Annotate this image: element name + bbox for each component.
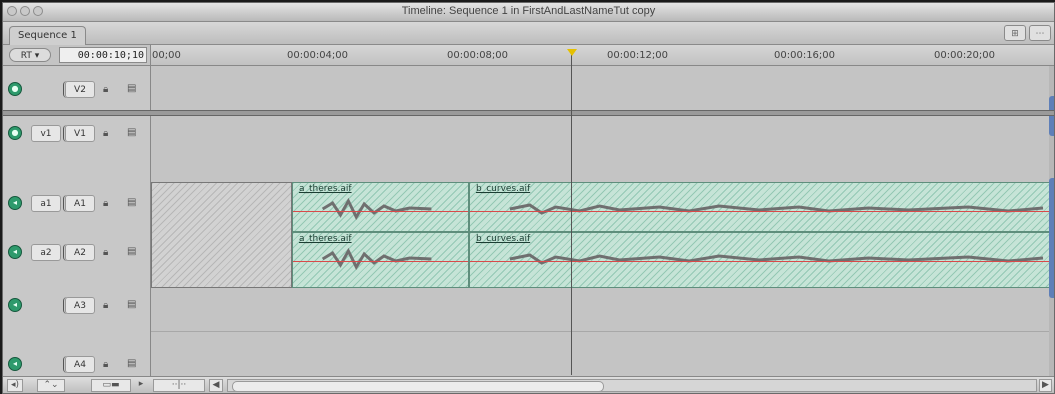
track-header-a2: ◂ a2 A2 🔒︎ ▤ [3, 226, 150, 276]
speaker-icon[interactable]: ◂ [8, 245, 22, 259]
track-source-a2[interactable]: a2 [31, 244, 61, 261]
speaker-icon[interactable]: ◂ [8, 196, 22, 210]
speaker-icon[interactable]: ◂ [8, 357, 22, 371]
rt-menu[interactable]: RT ▾ [9, 48, 51, 62]
track-dest-v2[interactable]: V2 [65, 81, 95, 98]
audio-level-line[interactable] [470, 211, 1053, 212]
track-header-v2: ● V2 🔒︎ ▤ [3, 66, 150, 110]
track-height-control[interactable]: ▭▬ [91, 379, 131, 392]
clip-name: b_curves.aif [476, 184, 531, 194]
ruler-label: 00:00:20;00 [934, 50, 996, 61]
speaker-icon[interactable]: ● [8, 82, 22, 96]
vertical-scroll-thumb-bottom[interactable] [1049, 178, 1054, 298]
clip-name: a_theres.aif [299, 234, 352, 244]
linking-button[interactable]: ⋯ [1029, 25, 1051, 41]
audio-clip-a2-first[interactable]: a_theres.aif [292, 232, 469, 288]
ruler-label: 00:00:04;00 [287, 50, 349, 61]
chevron-right-icon[interactable]: ▸ [137, 379, 145, 392]
timeline-window: Timeline: Sequence 1 in FirstAndLastName… [2, 2, 1055, 394]
audio-clip-a2-second[interactable]: b_curves.aif [469, 232, 1054, 288]
lock-icon[interactable]: 🔒︎ [103, 301, 112, 311]
clip-overlays-toggle[interactable]: ⌃⌄ [37, 379, 65, 392]
lane-separator [151, 331, 1054, 332]
horizontal-scroll-thumb[interactable] [232, 381, 604, 392]
audio-level-line[interactable] [293, 211, 468, 212]
track-dest-a2[interactable]: A2 [65, 244, 95, 261]
lock-icon[interactable]: 🔒︎ [103, 199, 112, 209]
timeline-controls: RT ▾ 00:00:10;10 [3, 45, 151, 66]
track-dest-v1[interactable]: V1 [65, 125, 95, 142]
ruler-label: 00:00:16;00 [774, 50, 836, 61]
speaker-icon[interactable]: ◂) [7, 379, 23, 392]
audio-clip-a1-first[interactable]: a_theres.aif [292, 182, 469, 232]
auto-select-icon[interactable]: ▤ [127, 359, 138, 370]
horizontal-scrollbar[interactable] [227, 379, 1037, 392]
auto-select-icon[interactable]: ▤ [127, 300, 138, 311]
vertical-scroll-thumb-top[interactable] [1049, 96, 1054, 136]
track-dest-a1[interactable]: A1 [65, 195, 95, 212]
ruler-label: 00;00 [152, 50, 181, 61]
speaker-icon[interactable]: ● [8, 126, 22, 140]
lock-icon[interactable]: 🔒︎ [103, 248, 112, 258]
waveform [321, 197, 432, 221]
auto-select-icon[interactable]: ▤ [127, 247, 138, 258]
auto-select-icon[interactable]: ▤ [127, 84, 138, 95]
auto-select-icon[interactable]: ▤ [127, 198, 138, 209]
time-ruler[interactable]: 00;00 00:00:04;00 00:00:08;00 00:00:12;0… [151, 45, 1054, 66]
playhead-line[interactable] [571, 55, 572, 375]
audio-level-line[interactable] [293, 261, 468, 262]
waveform [509, 253, 1044, 265]
playhead-marker[interactable] [567, 49, 577, 56]
scroll-left-button[interactable]: ◀ [209, 379, 223, 392]
lock-icon[interactable]: 🔒︎ [103, 129, 112, 139]
audio-level-line[interactable] [470, 261, 1053, 262]
audio-clip-a1-second[interactable]: b_curves.aif [469, 182, 1054, 232]
clip-name: b_curves.aif [476, 234, 531, 244]
track-header-v1: ● v1 V1 🔒︎ ▤ [3, 110, 150, 154]
lock-icon[interactable]: 🔒︎ [103, 85, 112, 95]
current-timecode-field[interactable]: 00:00:10;10 [59, 47, 147, 63]
track-source-a1[interactable]: a1 [31, 195, 61, 212]
clip-name: a_theres.aif [299, 184, 352, 194]
zoom-slider[interactable]: ··|·· [153, 379, 205, 392]
empty-gap [151, 182, 292, 288]
video-audio-divider[interactable] [3, 110, 1054, 116]
tab-sequence-1[interactable]: Sequence 1 [9, 26, 86, 45]
track-header-a4: ◂ A4 🔒︎ ▤ [3, 331, 150, 376]
ruler-label: 00:00:12;00 [607, 50, 669, 61]
window-title: Timeline: Sequence 1 in FirstAndLastName… [401, 5, 656, 17]
title-bar: Timeline: Sequence 1 in FirstAndLastName… [3, 3, 1054, 22]
lock-icon[interactable]: 🔒︎ [103, 360, 112, 370]
speaker-icon[interactable]: ◂ [8, 298, 22, 312]
scroll-right-button[interactable]: ▶ [1039, 379, 1052, 392]
bottom-bar: ◂) ⌃⌄ ▭▬ ▸ ··|·· ◀ ▶ [3, 376, 1054, 393]
tab-bar: Sequence 1 ⊞ ⋯ [3, 22, 1054, 45]
track-header-a1: ◂ a1 A1 🔒︎ ▤ [3, 181, 150, 226]
track-dest-a3[interactable]: A3 [65, 297, 95, 314]
snapping-button[interactable]: ⊞ [1004, 25, 1026, 41]
track-dest-a4[interactable]: A4 [65, 356, 95, 373]
ruler-label: 00:00:08;00 [447, 50, 509, 61]
auto-select-icon[interactable]: ▤ [127, 128, 138, 139]
track-header-a3: ◂ A3 🔒︎ ▤ [3, 276, 150, 331]
waveform [509, 203, 1044, 215]
track-source-v1[interactable]: v1 [31, 125, 61, 142]
waveform [321, 247, 432, 271]
